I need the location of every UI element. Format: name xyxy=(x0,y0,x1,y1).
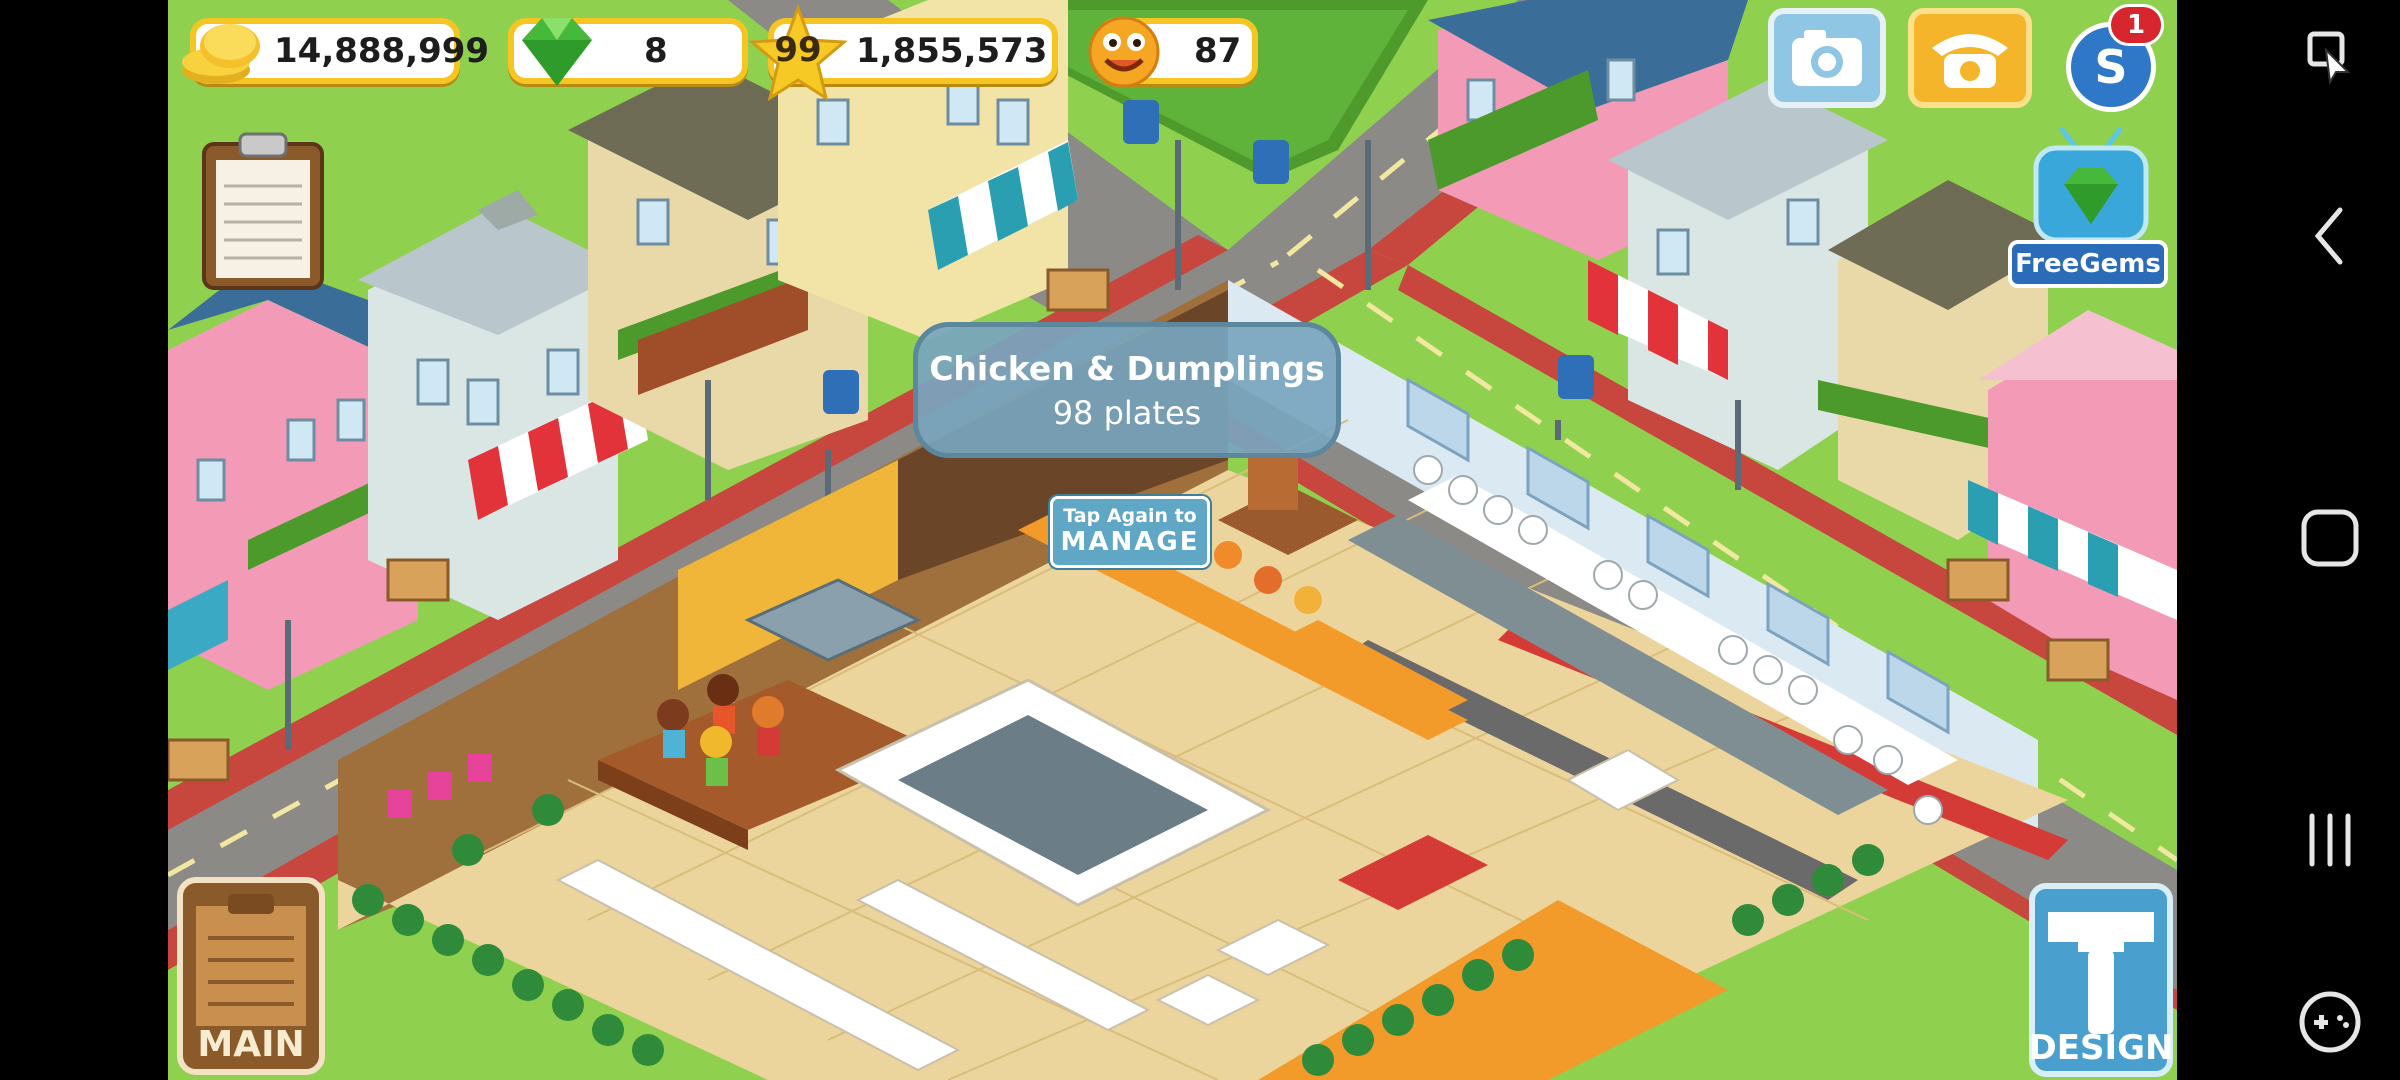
coin-stack-icon xyxy=(182,24,260,84)
smiley-face-icon xyxy=(1088,16,1160,88)
dish-name: Chicken & Dumplings xyxy=(929,349,1325,388)
camera-icon xyxy=(1792,30,1862,86)
manage-label: MANAGE xyxy=(1060,527,1200,557)
design-label: DESIGN xyxy=(2028,1028,2174,1068)
screen-mirror-icon[interactable] xyxy=(2290,20,2370,100)
level-number: 99 xyxy=(774,30,822,70)
telephone-icon xyxy=(1932,34,2008,88)
clipboard-notes-icon xyxy=(202,132,324,290)
recents-icon[interactable] xyxy=(2290,800,2370,880)
orders-clipboard-button[interactable] xyxy=(200,130,326,292)
back-icon[interactable] xyxy=(2290,196,2370,276)
design-button[interactable]: DESIGN xyxy=(2028,882,2174,1078)
manage-button[interactable]: Tap Again to MANAGE xyxy=(1050,496,1210,568)
green-gem-icon xyxy=(522,18,592,86)
main-label: MAIN xyxy=(197,1024,305,1065)
dish-plates: 98 plates xyxy=(1052,394,1202,432)
camera-button[interactable] xyxy=(1768,8,1886,108)
notification-badge: 1 xyxy=(2108,4,2164,46)
game-viewport[interactable]: 14,888,999 8 1,855,573 99 87 S 1 FreeGem… xyxy=(168,0,2177,1080)
dish-tooltip: Chicken & Dumplings 98 plates xyxy=(913,322,1341,458)
gamepad-icon[interactable] xyxy=(2290,982,2370,1062)
free-gems-button[interactable]: FreeGems xyxy=(2006,128,2176,298)
home-icon[interactable] xyxy=(2290,498,2370,578)
tv-gem-icon xyxy=(2033,128,2149,243)
device-screen: 14,888,999 8 1,855,573 99 87 S 1 FreeGem… xyxy=(0,0,2400,1080)
main-button[interactable]: MAIN xyxy=(176,876,326,1076)
manage-hint: Tap Again to xyxy=(1063,505,1197,527)
free-gems-label: FreeGems xyxy=(2008,240,2168,288)
phone-button[interactable] xyxy=(1908,8,2032,108)
svg-text:S: S xyxy=(2094,40,2127,94)
